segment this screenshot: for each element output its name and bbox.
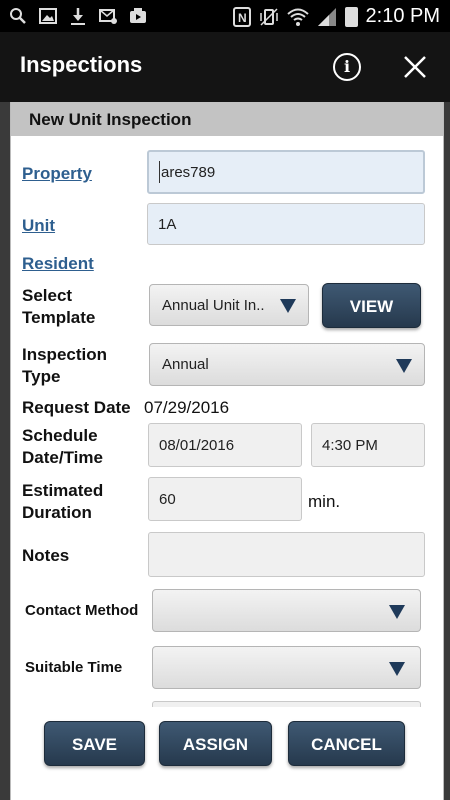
status-bar-notifications xyxy=(8,6,148,26)
chevron-down-icon xyxy=(280,299,296,313)
nfc-icon: N xyxy=(232,6,251,27)
inspection-type-label-line1: Inspection xyxy=(22,345,108,364)
duration-value: 60 xyxy=(159,490,176,508)
status-bar: N 2:10 PM xyxy=(0,0,450,32)
select-template-label: Select Template xyxy=(22,285,95,329)
info-icon[interactable]: i xyxy=(333,53,361,81)
text-cursor xyxy=(159,161,160,183)
suitable-time-select[interactable] xyxy=(152,646,421,689)
property-value: ares789 xyxy=(161,163,216,181)
chevron-down-icon xyxy=(389,605,405,619)
duration-input[interactable]: 60 xyxy=(148,477,302,521)
view-button[interactable]: VIEW xyxy=(322,283,421,328)
status-time: 2:10 PM xyxy=(365,5,440,27)
save-button[interactable]: SAVE xyxy=(44,721,145,766)
unit-input[interactable]: 1A xyxy=(147,203,425,245)
search-icon xyxy=(10,8,26,24)
schedule-date-value: 08/01/2016 xyxy=(159,436,235,454)
app-bar: Inspections i xyxy=(0,32,450,102)
duration-unit: min. xyxy=(308,492,341,511)
panel-title: New Unit Inspection xyxy=(29,110,192,129)
template-select-value: Annual Unit In.. xyxy=(162,296,265,314)
download-icon xyxy=(71,8,85,25)
request-date-label: Request Date xyxy=(22,398,131,417)
mail-icon xyxy=(99,9,117,24)
inspection-form-panel: New Unit Inspection Property ares789 Uni… xyxy=(10,102,444,800)
close-icon[interactable] xyxy=(400,52,430,82)
schedule-time-value: 4:30 PM xyxy=(322,436,378,454)
notes-label: Notes xyxy=(22,546,70,565)
unit-link[interactable]: Unit xyxy=(22,216,55,236)
app-title: Inspections xyxy=(20,52,143,77)
schedule-label-line2: Date/Time xyxy=(22,448,103,467)
inspection-type-select[interactable]: Annual xyxy=(149,343,425,386)
select-template-label-line2: Template xyxy=(22,308,96,327)
assign-button[interactable]: ASSIGN xyxy=(159,721,272,766)
duration-label: Estimated Duration xyxy=(22,480,103,524)
schedule-label-line1: Schedule xyxy=(22,426,98,445)
property-link[interactable]: Property xyxy=(22,164,92,184)
template-select[interactable]: Annual Unit In.. xyxy=(149,284,309,326)
property-input[interactable]: ares789 xyxy=(147,150,425,194)
inspection-type-value: Annual xyxy=(162,356,209,373)
vibrate-icon xyxy=(259,7,278,26)
inspection-type-label: Inspection Type xyxy=(22,344,107,388)
panel-header: New Unit Inspection xyxy=(11,102,443,136)
cancel-button[interactable]: CANCEL xyxy=(288,721,405,766)
battery-icon xyxy=(344,6,358,27)
schedule-time-input[interactable]: 4:30 PM xyxy=(311,423,425,467)
chevron-down-icon xyxy=(396,359,412,373)
svg-text:N: N xyxy=(238,11,247,25)
schedule-date-input[interactable]: 08/01/2016 xyxy=(148,423,302,467)
signal-icon xyxy=(317,7,336,26)
schedule-label: Schedule Date/Time xyxy=(22,425,103,469)
notes-input[interactable] xyxy=(148,532,425,577)
status-bar-system: N 2:10 PM xyxy=(232,5,440,28)
chevron-down-icon xyxy=(389,662,405,676)
action-bar: SAVE ASSIGN CANCEL xyxy=(11,707,443,800)
duration-label-line1: Estimated xyxy=(22,481,104,500)
suitable-time-label: Suitable Time xyxy=(25,659,123,676)
contact-method-label: Contact Method xyxy=(25,602,139,619)
wifi-icon xyxy=(286,8,309,26)
duration-label-line2: Duration xyxy=(22,503,92,522)
contact-method-select[interactable] xyxy=(152,589,421,632)
image-icon xyxy=(39,8,57,24)
inspection-type-label-line2: Type xyxy=(22,367,61,386)
select-template-label-line1: Select xyxy=(22,286,73,305)
photo-icon xyxy=(130,8,146,23)
unit-value: 1A xyxy=(158,215,177,233)
request-date-value: 07/29/2016 xyxy=(144,398,230,417)
resident-link[interactable]: Resident xyxy=(22,254,94,274)
